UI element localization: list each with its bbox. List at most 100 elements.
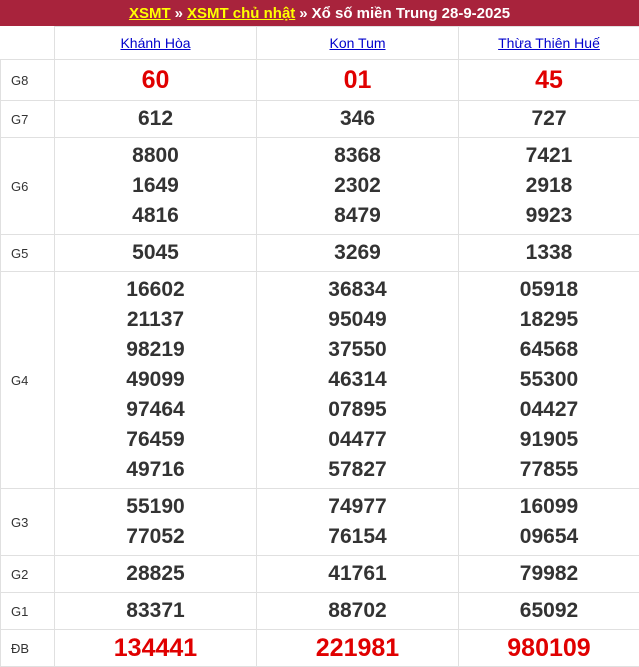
prize-number: 7421: [459, 141, 639, 171]
prize-label: G6: [1, 138, 55, 235]
prize-number: 07895: [257, 395, 458, 425]
prize-cell: 45: [459, 60, 639, 101]
prize-cell: 612: [55, 101, 257, 138]
province-header-cell: Thừa Thiên Huế: [459, 27, 639, 60]
prize-number: 36834: [257, 275, 458, 305]
prize-number: 346: [257, 104, 458, 134]
prize-cell: 5519077052: [55, 489, 257, 556]
prize-number: 727: [459, 104, 639, 134]
prize-table-body: G8600145G7612346727G68800164948168368230…: [1, 60, 639, 667]
results-table: Khánh Hòa Kon Tum Thừa Thiên Huế G860014…: [0, 26, 639, 667]
breadcrumb-sunday-link[interactable]: XSMT chủ nhật: [187, 5, 295, 22]
prize-number: 1338: [459, 238, 639, 268]
prize-label: G3: [1, 489, 55, 556]
prize-cell: 01: [257, 60, 459, 101]
prize-cell: 880016494816: [55, 138, 257, 235]
prize-number: 1649: [55, 171, 256, 201]
prize-number: 05918: [459, 275, 639, 305]
prize-cell: 7497776154: [257, 489, 459, 556]
prize-number: 09654: [459, 522, 639, 552]
prize-number: 37550: [257, 335, 458, 365]
province-header-row: Khánh Hòa Kon Tum Thừa Thiên Huế: [1, 27, 639, 60]
prize-label: G7: [1, 101, 55, 138]
prize-number: 134441: [55, 633, 256, 663]
prize-cell: 5045: [55, 235, 257, 272]
prize-cell: 1609909654: [459, 489, 639, 556]
prize-number: 04427: [459, 395, 639, 425]
prize-number: 5045: [55, 238, 256, 268]
prize-cell: 3269: [257, 235, 459, 272]
prize-number: 65092: [459, 596, 639, 626]
prize-number: 64568: [459, 335, 639, 365]
prize-number: 55300: [459, 365, 639, 395]
prize-number: 18295: [459, 305, 639, 335]
prize-number: 4816: [55, 201, 256, 231]
prize-number: 57827: [257, 455, 458, 485]
prize-label: G1: [1, 593, 55, 630]
prize-row-g1: G1833718870265092: [1, 593, 639, 630]
prize-row-g7: G7612346727: [1, 101, 639, 138]
prize-cell: 88702: [257, 593, 459, 630]
prize-number: 01: [257, 65, 458, 95]
province-header-cell: Kon Tum: [257, 27, 459, 60]
prize-number: 98219: [55, 335, 256, 365]
prize-number: 612: [55, 104, 256, 134]
prize-number: 77052: [55, 522, 256, 552]
header-corner-cell: [1, 27, 55, 60]
prize-number: 16099: [459, 492, 639, 522]
province-link-thua-thien-hue[interactable]: Thừa Thiên Huế: [498, 35, 600, 51]
prize-number: 79982: [459, 559, 639, 589]
prize-number: 91905: [459, 425, 639, 455]
prize-label: G4: [1, 272, 55, 489]
prize-number: 95049: [257, 305, 458, 335]
prize-number: 45: [459, 65, 639, 95]
prize-number: 21137: [55, 305, 256, 335]
prize-number: 49716: [55, 455, 256, 485]
prize-label: G2: [1, 556, 55, 593]
prize-number: 28825: [55, 559, 256, 589]
prize-number: 8368: [257, 141, 458, 171]
prize-number: 77855: [459, 455, 639, 485]
prize-cell: 65092: [459, 593, 639, 630]
breadcrumb-separator: »: [175, 5, 183, 22]
prize-number: 74977: [257, 492, 458, 522]
prize-cell: 41761: [257, 556, 459, 593]
prize-cell: 742129189923: [459, 138, 639, 235]
prize-cell: 36834950493755046314078950447757827: [257, 272, 459, 489]
prize-label: G5: [1, 235, 55, 272]
prize-cell: 221981: [257, 630, 459, 667]
prize-number: 8479: [257, 201, 458, 231]
breadcrumb-xsmt-link[interactable]: XSMT: [129, 5, 171, 22]
province-link-khanh-hoa[interactable]: Khánh Hòa: [120, 35, 190, 51]
prize-cell: 28825: [55, 556, 257, 593]
prize-number: 16602: [55, 275, 256, 305]
prize-row-g4: G416602211379821949099974647645949716368…: [1, 272, 639, 489]
prize-cell: 980109: [459, 630, 639, 667]
prize-number: 97464: [55, 395, 256, 425]
prize-cell: 79982: [459, 556, 639, 593]
prize-number: 04477: [257, 425, 458, 455]
province-header-cell: Khánh Hòa: [55, 27, 257, 60]
prize-cell: 836823028479: [257, 138, 459, 235]
prize-row-g5: G5504532691338: [1, 235, 639, 272]
prize-cell: 05918182956456855300044279190577855: [459, 272, 639, 489]
prize-number: 2918: [459, 171, 639, 201]
province-link-kon-tum[interactable]: Kon Tum: [329, 35, 385, 51]
prize-cell: 83371: [55, 593, 257, 630]
prize-number: 88702: [257, 596, 458, 626]
prize-number: 221981: [257, 633, 458, 663]
prize-number: 46314: [257, 365, 458, 395]
prize-number: 55190: [55, 492, 256, 522]
prize-number: 41761: [257, 559, 458, 589]
prize-number: 8800: [55, 141, 256, 171]
prize-row-special: ĐB134441221981980109: [1, 630, 639, 667]
page-title: Xổ số miền Trung 28-9-2025: [312, 5, 510, 22]
prize-row-g2: G2288254176179982: [1, 556, 639, 593]
prize-row-g6: G6880016494816836823028479742129189923: [1, 138, 639, 235]
prize-cell: 346: [257, 101, 459, 138]
prize-cell: 1338: [459, 235, 639, 272]
prize-label: ĐB: [1, 630, 55, 667]
prize-number: 49099: [55, 365, 256, 395]
prize-number: 76154: [257, 522, 458, 552]
prize-cell: 60: [55, 60, 257, 101]
